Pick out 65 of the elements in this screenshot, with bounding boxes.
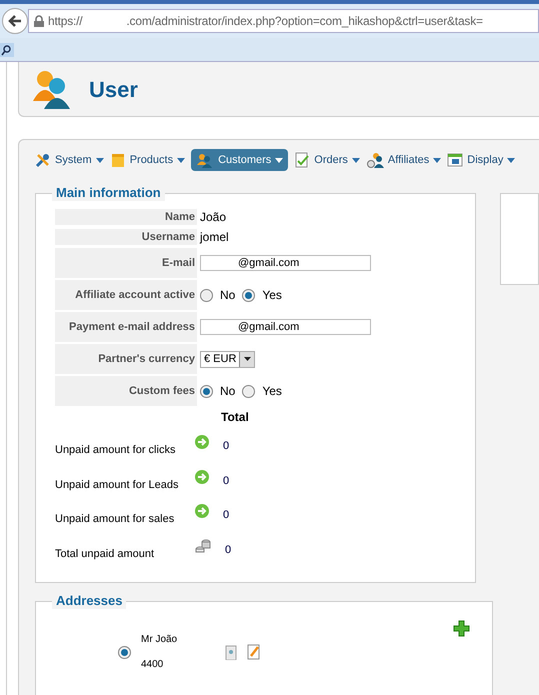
field-label: Affiliate account active <box>55 280 197 310</box>
radio-label: Yes <box>262 287 282 304</box>
email-field[interactable]: @gmail.com <box>200 319 371 335</box>
arrow-icon[interactable] <box>195 435 209 450</box>
amount-value: 0 <box>225 542 232 558</box>
amount-value: 0 <box>223 474 230 488</box>
caret-icon <box>507 158 516 162</box>
radio-button[interactable] <box>242 384 256 398</box>
radio-button[interactable] <box>118 646 131 658</box>
amount-label: Unpaid amount for clicks <box>55 443 176 458</box>
menu-tab[interactable]: Affiliates <box>366 149 442 171</box>
field-label: Username <box>55 229 197 245</box>
page-title: User <box>89 76 138 104</box>
url-path: .com/administrator/index.php?option=com_hikashop&ctrl=user&task= <box>126 13 483 30</box>
radio-button[interactable] <box>242 288 256 302</box>
menu-tab[interactable]: System <box>35 149 104 171</box>
field-label: Payment e-mail address <box>55 312 197 342</box>
caret-icon <box>352 158 360 162</box>
field-label: E-mail <box>55 248 197 278</box>
back-button[interactable] <box>2 8 28 34</box>
total-heading: Total <box>221 409 250 426</box>
menu-tab[interactable]: Customers <box>191 149 288 171</box>
address-name: Mr João <box>141 633 178 647</box>
address-bar[interactable]: https:// .com/administrator/index.php?option=com_hikashop&ctrl=user&task= <box>28 9 539 33</box>
radio-label: No <box>220 287 236 304</box>
url-scheme: https:// <box>48 13 82 30</box>
amount-value: 0 <box>223 439 230 454</box>
search-icon[interactable] <box>0 42 14 56</box>
menu-tab[interactable]: Display <box>447 149 516 171</box>
back-arrow-icon <box>8 14 22 28</box>
add-icon[interactable] <box>453 620 470 637</box>
field-value: jomel <box>200 229 229 246</box>
menu-tab[interactable]: Orders <box>294 149 360 171</box>
arrow-icon[interactable] <box>195 504 209 518</box>
email-field[interactable]: @gmail.com <box>200 255 371 271</box>
radio-label: Yes <box>262 383 282 400</box>
amount-label: Unpaid amount for sales <box>55 512 176 527</box>
document-icon <box>294 152 310 168</box>
radio-button[interactable] <box>200 384 213 398</box>
lock-icon <box>34 15 44 27</box>
field-label: Partner's currency <box>55 344 197 374</box>
currency-select[interactable]: € EUR <box>200 350 256 368</box>
fieldset-legend: Main information <box>52 185 165 201</box>
address-code: 4400 <box>141 658 164 672</box>
affiliate-icon <box>366 152 384 168</box>
arrow-icon[interactable] <box>195 470 209 484</box>
users-icon <box>196 152 214 168</box>
menu-tab[interactable]: Products <box>110 149 186 171</box>
box-icon <box>110 152 126 168</box>
field-value: João <box>200 209 226 226</box>
amount-label: Total unpaid amount <box>55 546 156 562</box>
caret-icon <box>244 357 251 361</box>
field-label: Custom fees <box>55 376 197 406</box>
caret-icon <box>177 158 186 162</box>
caret-icon <box>275 158 284 162</box>
field-label: Name <box>55 209 197 225</box>
amount-value: 0 <box>223 508 230 523</box>
coins-icon <box>195 538 211 554</box>
amount-label: Unpaid amount for Leads <box>55 478 180 492</box>
radio-label: No <box>220 383 236 400</box>
fieldset-legend: Addresses <box>52 593 126 609</box>
caret-icon <box>96 158 104 162</box>
window-icon <box>447 152 464 168</box>
caret-icon <box>433 158 442 162</box>
radio-button[interactable] <box>200 288 213 302</box>
